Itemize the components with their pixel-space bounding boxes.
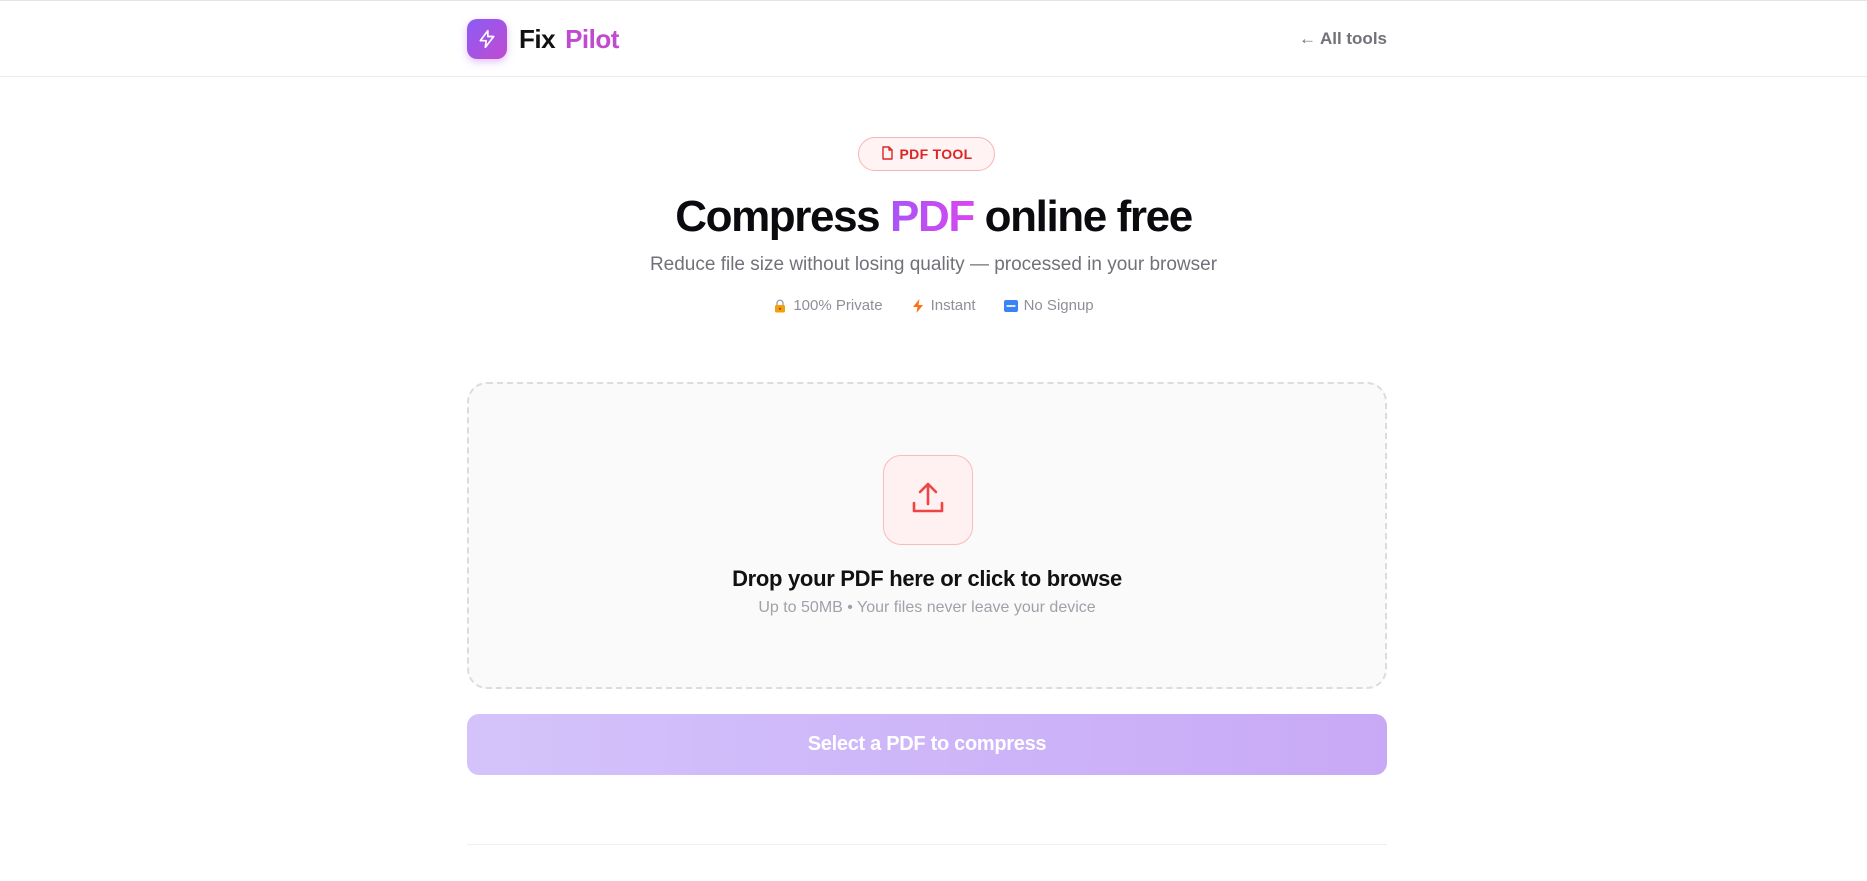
dropzone-title: Drop your PDF here or click to browse <box>732 566 1122 591</box>
feature-label: 100% Private <box>793 297 883 314</box>
site-header: Fix Pilot ← All tools <box>0 1 1867 77</box>
lock-icon <box>773 299 787 313</box>
document-icon <box>881 145 894 163</box>
section-divider <box>467 844 1387 845</box>
feature-no-signup: No Signup <box>1003 297 1094 314</box>
dropzone-hint: Up to 50MB • Your files never leave your… <box>758 599 1096 616</box>
feature-instant: Instant <box>911 297 976 314</box>
brand-name-part2: Pilot <box>565 23 619 54</box>
header-container: Fix Pilot ← All tools <box>467 1 1387 77</box>
feature-list: 100% Private Instant No Signup <box>0 297 1867 314</box>
all-tools-label: All tools <box>1319 29 1387 48</box>
feature-label: Instant <box>930 297 976 314</box>
lightning-logo-icon <box>467 19 507 59</box>
free-icon <box>1003 299 1018 313</box>
badge-label: PDF TOOL <box>899 146 973 162</box>
pdf-dropzone[interactable]: Drop your PDF here or click to browse Up… <box>467 382 1387 689</box>
feature-private: 100% Private <box>773 297 883 314</box>
pdf-tool-badge: PDF TOOL <box>858 137 995 171</box>
feature-label: No Signup <box>1023 297 1094 314</box>
all-tools-link[interactable]: ← All tools <box>1299 29 1387 49</box>
title-accent: PDF <box>890 192 975 241</box>
title-after: online free <box>973 192 1194 241</box>
upload-icon <box>909 479 947 522</box>
back-arrow-icon: ← <box>1298 29 1316 48</box>
brand-name: Fix Pilot <box>519 24 619 55</box>
brand-logo-link[interactable]: Fix Pilot <box>467 19 619 59</box>
lightning-icon <box>911 298 925 313</box>
upload-icon-tile <box>883 455 973 545</box>
page-subtitle: Reduce file size without losing quality … <box>649 254 1218 275</box>
page-title: Compress PDF online free <box>0 192 1867 242</box>
compress-pdf-button[interactable]: Select a PDF to compress <box>467 714 1387 775</box>
brand-name-part1: Fix <box>519 23 556 54</box>
title-before: Compress <box>675 192 891 241</box>
